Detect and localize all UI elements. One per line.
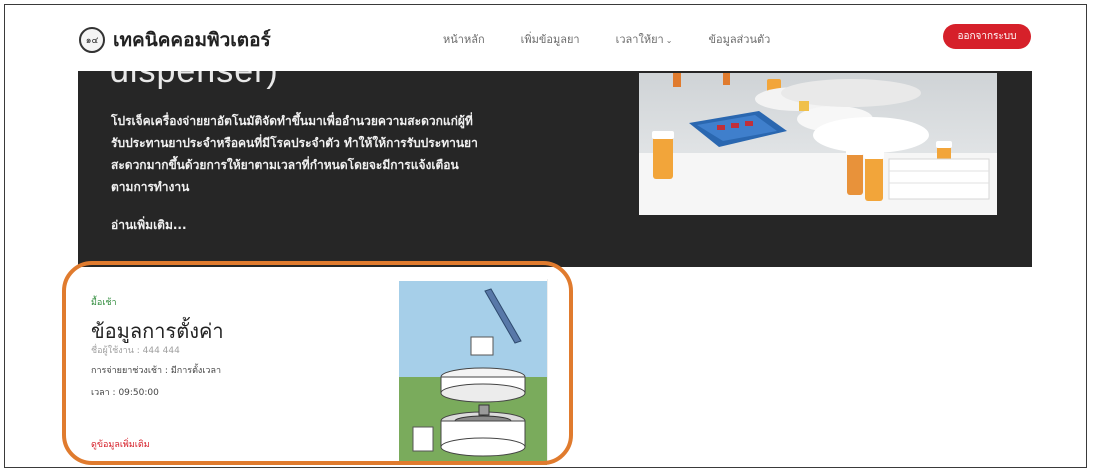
settings-card: มื้อเช้า ข้อมูลการตั้งค่า ชื่อผู้ใช้งาน … [83,279,548,465]
brand-logo-icon: ๑๔ [79,27,105,53]
brand[interactable]: ๑๔ เทคนิคคอมพิวเตอร์ [79,25,271,55]
browser-viewport: ๑๔ เทคนิคคอมพิวเตอร์ หน้าหลัก เพิ่มข้อมู… [4,4,1087,468]
nav-link-dose-time-label: เวลาให้ยา [615,33,664,46]
nav-link-dose-time[interactable]: เวลาให้ยา ⌄ [616,30,673,48]
hero-read-more-link[interactable]: อ่านเพิ่มเติม... [111,216,187,235]
device-render [399,281,547,465]
hero-photo [639,73,997,215]
brand-name: เทคนิคคอมพิวเตอร์ [113,29,271,51]
device-3d-render-illustration [399,281,547,465]
hero-banner: dispenser) โปรเจ็คเครื่องจ่ายยาอัตโนมัติ… [78,52,1032,267]
nav-link-profile[interactable]: ข้อมูลส่วนตัว [708,30,770,48]
card-dispense-mode: การจ่ายยาช่วงเช้า : มีการตั้งเวลา [91,366,222,376]
chevron-down-icon: ⌄ [665,36,673,45]
nav-link-add-medicine[interactable]: เพิ่มข้อมูลยา [521,30,580,48]
logout-button[interactable]: ออกจากระบบ [943,24,1031,49]
card-more-link[interactable]: ดูข้อมูลเพิ่มเติม [91,437,150,451]
navbar: ๑๔ เทคนิคคอมพิวเตอร์ หน้าหลัก เพิ่มข้อมู… [5,5,1086,71]
card-time: เวลา : 09:50:00 [91,388,159,398]
card-category: มื้อเช้า [91,298,117,308]
pharmacy-photo-illustration [639,73,997,215]
card-user: ชื่อผู้ใช้งาน : 444 444 [91,346,180,356]
hero-description: โปรเจ็คเครื่องจ่ายยาอัตโนมัติจัดทำขึ้นมา… [111,114,478,194]
nav-links: หน้าหลัก เพิ่มข้อมูลยา เวลาให้ยา ⌄ ข้อมูล… [443,30,806,48]
nav-link-home[interactable]: หน้าหลัก [443,30,485,48]
